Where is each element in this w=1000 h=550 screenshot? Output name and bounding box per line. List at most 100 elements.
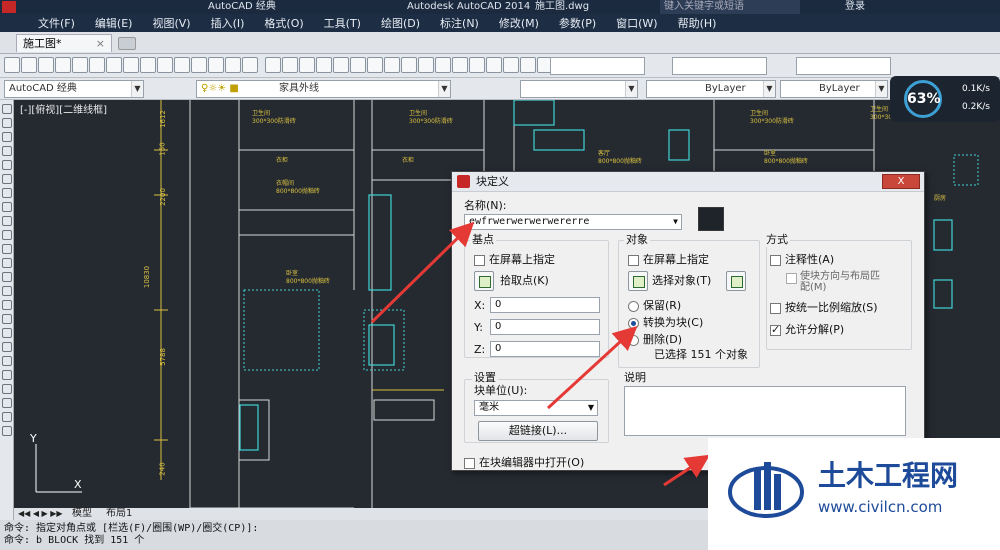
draw-tool-icon[interactable] <box>2 300 12 310</box>
search-input[interactable]: 键入关键字或短语 <box>660 0 800 14</box>
retain-radio[interactable] <box>628 301 639 312</box>
toolbar-tool-icon[interactable] <box>316 57 332 73</box>
draw-tool-icon[interactable] <box>2 146 12 156</box>
toolbar-tool-icon[interactable] <box>367 57 383 73</box>
draw-tool-icon[interactable] <box>2 314 12 324</box>
y-input[interactable]: 0 <box>490 319 600 335</box>
dialog-close-button[interactable]: X <box>882 174 920 189</box>
select-objects-button[interactable] <box>628 271 648 291</box>
draw-tool-icon[interactable] <box>2 412 12 422</box>
toolbar-tool-icon[interactable] <box>191 57 207 73</box>
description-textarea[interactable] <box>624 386 906 436</box>
z-input[interactable]: 0 <box>490 341 600 357</box>
annotative-checkbox[interactable] <box>770 255 781 266</box>
toolbar-tool-icon[interactable] <box>89 57 105 73</box>
style-combo[interactable] <box>796 57 891 75</box>
tab-close-icon[interactable]: × <box>96 35 105 52</box>
lineweight-combo[interactable]: ByLayer ▼ <box>780 80 888 98</box>
toolbar-tool-icon[interactable] <box>106 57 122 73</box>
color-combo[interactable]: ▼ <box>520 80 638 98</box>
toolbar-tool-icon[interactable] <box>401 57 417 73</box>
x-input[interactable]: 0 <box>490 297 600 313</box>
match-orientation-checkbox[interactable] <box>786 273 797 284</box>
draw-tool-icon[interactable] <box>2 384 12 394</box>
draw-tool-icon[interactable] <box>2 426 12 436</box>
workspace-title[interactable]: AutoCAD 经典 <box>208 0 276 14</box>
menu-window[interactable]: 窗口(W) <box>606 15 667 31</box>
toolbar-tool-icon[interactable] <box>4 57 20 73</box>
open-in-editor-checkbox[interactable] <box>464 458 475 469</box>
toolbar-tool-icon[interactable] <box>208 57 224 73</box>
toolbar-tool-icon[interactable] <box>140 57 156 73</box>
toolbar-tool-icon[interactable] <box>503 57 519 73</box>
toolbar-tool-icon[interactable] <box>21 57 37 73</box>
toolbar-tool-icon[interactable] <box>282 57 298 73</box>
toolbar-tool-icon[interactable] <box>299 57 315 73</box>
obj-on-screen-checkbox[interactable] <box>628 255 639 266</box>
draw-tool-icon[interactable] <box>2 104 12 114</box>
autocad-logo-icon[interactable] <box>2 1 16 13</box>
block-name-combo[interactable]: ewfrwerwerwerwererre ▼ <box>464 214 682 230</box>
menu-format[interactable]: 格式(O) <box>254 15 313 31</box>
toolbar-tool-icon[interactable] <box>350 57 366 73</box>
draw-tool-icon[interactable] <box>2 370 12 380</box>
block-unit-select[interactable]: 毫米 ▼ <box>474 400 598 416</box>
convert-radio[interactable] <box>628 318 639 329</box>
nav-arrows-icon[interactable]: ◀◀ ◀ ▶ ▶▶ <box>18 508 63 520</box>
toolbar-tool-icon[interactable] <box>418 57 434 73</box>
toolbar-tool-icon[interactable] <box>225 57 241 73</box>
allow-explode-checkbox[interactable] <box>770 323 781 336</box>
menu-file[interactable]: 文件(F) <box>28 15 85 31</box>
menu-dimension[interactable]: 标注(N) <box>430 15 489 31</box>
draw-tool-icon[interactable] <box>2 328 12 338</box>
draw-tool-icon[interactable] <box>2 258 12 268</box>
toolbar-tool-icon[interactable] <box>55 57 71 73</box>
draw-tool-icon[interactable] <box>2 244 12 254</box>
menu-insert[interactable]: 插入(I) <box>201 15 255 31</box>
toolbar-tool-icon[interactable] <box>333 57 349 73</box>
menu-view[interactable]: 视图(V) <box>142 15 200 31</box>
toolbar-tool-icon[interactable] <box>157 57 173 73</box>
login-link[interactable]: 登录 <box>845 0 865 14</box>
hyperlink-button[interactable]: 超链接(L)... <box>478 421 598 441</box>
menu-parameters[interactable]: 参数(P) <box>549 15 606 31</box>
style-combo[interactable] <box>672 57 767 75</box>
draw-tool-icon[interactable] <box>2 398 12 408</box>
toolbar-tool-icon[interactable] <box>384 57 400 73</box>
draw-tool-icon[interactable] <box>2 132 12 142</box>
toolbar-tool-icon[interactable] <box>486 57 502 73</box>
pick-point-button[interactable] <box>474 271 494 291</box>
tab-layout1[interactable]: 布局1 <box>106 508 132 520</box>
toolbar-tool-icon[interactable] <box>72 57 88 73</box>
toolbar-tool-icon[interactable] <box>265 57 281 73</box>
linetype-combo[interactable]: ByLayer ▼ <box>646 80 776 98</box>
menu-draw[interactable]: 绘图(D) <box>371 15 430 31</box>
draw-tool-icon[interactable] <box>2 230 12 240</box>
toolbar-tool-icon[interactable] <box>469 57 485 73</box>
quick-select-button[interactable] <box>726 271 746 291</box>
base-on-screen-checkbox[interactable] <box>474 255 485 266</box>
tab-model[interactable]: 模型 <box>72 508 92 520</box>
toolbar-tool-icon[interactable] <box>123 57 139 73</box>
layer-combo[interactable]: ♀☼☀ ■ 家具外线 ▼ <box>196 80 451 98</box>
draw-tool-icon[interactable] <box>2 356 12 366</box>
toolbar-tool-icon[interactable] <box>38 57 54 73</box>
draw-tool-icon[interactable] <box>2 216 12 226</box>
draw-tool-icon[interactable] <box>2 174 12 184</box>
menu-modify[interactable]: 修改(M) <box>489 15 549 31</box>
draw-tool-icon[interactable] <box>2 342 12 352</box>
draw-tool-icon[interactable] <box>2 272 12 282</box>
file-tab-construction[interactable]: 施工图* × <box>16 34 112 52</box>
delete-radio[interactable] <box>628 335 639 346</box>
menu-edit[interactable]: 编辑(E) <box>85 15 143 31</box>
dialog-titlebar[interactable]: 块定义 X <box>452 172 924 192</box>
workspace-combo[interactable]: AutoCAD 经典 ▼ <box>4 80 144 98</box>
draw-tool-icon[interactable] <box>2 188 12 198</box>
menu-help[interactable]: 帮助(H) <box>668 15 727 31</box>
toolbar-tool-icon[interactable] <box>435 57 451 73</box>
toolbar-tool-icon[interactable] <box>174 57 190 73</box>
draw-tool-icon[interactable] <box>2 118 12 128</box>
menu-tools[interactable]: 工具(T) <box>314 15 371 31</box>
toolbar-tool-icon[interactable] <box>520 57 536 73</box>
draw-tool-icon[interactable] <box>2 160 12 170</box>
